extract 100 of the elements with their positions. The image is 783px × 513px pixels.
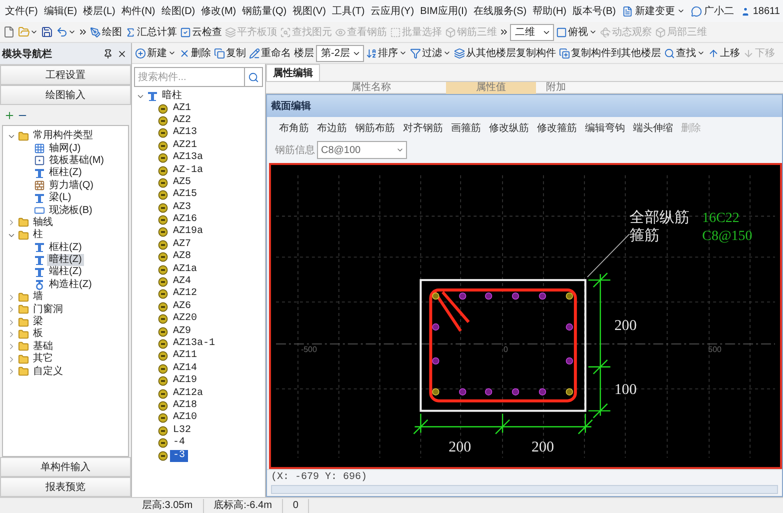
menu-item[interactable]: 文件(F) bbox=[2, 2, 41, 20]
rebar-select[interactable]: C8@100 bbox=[317, 141, 407, 159]
tree-item[interactable]: 筏板基础(M) bbox=[47, 154, 106, 167]
caret-icon[interactable] bbox=[7, 330, 16, 339]
tree-item[interactable]: AZ3 bbox=[170, 202, 194, 214]
tree-item[interactable]: AZ21 bbox=[170, 140, 200, 152]
menu-item[interactable]: 云应用(Y) bbox=[368, 2, 418, 20]
tree-item[interactable]: 墙 bbox=[31, 291, 45, 304]
toolbar-button[interactable]: 钢筋布筋 bbox=[353, 121, 397, 135]
toolbar-button[interactable]: 从其他楼层复制构件 bbox=[452, 44, 557, 62]
scrollbar[interactable] bbox=[271, 485, 778, 494]
tree-item[interactable]: 其它 bbox=[31, 353, 55, 366]
tree-item[interactable]: 现浇板(B) bbox=[47, 204, 94, 217]
toolbar-button[interactable]: 查找 bbox=[662, 44, 706, 62]
tree-item[interactable]: 构造柱(Z) bbox=[47, 278, 94, 291]
dropdown-select[interactable]: 第-2层 bbox=[316, 44, 364, 62]
caret-icon[interactable] bbox=[7, 342, 16, 352]
toolbar-button[interactable]: 对齐钢筋 bbox=[401, 121, 445, 135]
tree-item[interactable]: 门窗洞 bbox=[31, 304, 65, 316]
close-icon[interactable] bbox=[117, 48, 127, 58]
tree-item[interactable]: 基础 bbox=[31, 340, 55, 353]
menu-item[interactable]: 工具(T) bbox=[328, 2, 368, 20]
chevrons-icon[interactable] bbox=[499, 27, 509, 37]
tree-item[interactable]: 梁(L) bbox=[47, 192, 74, 204]
toolbar-button[interactable]: 复制 bbox=[213, 44, 247, 62]
toolbar-button[interactable]: 绘图 bbox=[89, 23, 123, 41]
tree-item[interactable]: AZ9 bbox=[170, 326, 194, 338]
toolbar-button[interactable]: 修改纵筋 bbox=[487, 121, 531, 135]
toolbar-button[interactable]: 重命名 bbox=[248, 44, 292, 62]
tree-item[interactable]: 剪力墙(Q) bbox=[47, 180, 96, 192]
tree-item[interactable]: AZ11 bbox=[170, 350, 200, 362]
tree-item[interactable]: 端柱(Z) bbox=[47, 266, 84, 278]
tree-item[interactable]: 柱 bbox=[31, 229, 45, 242]
caret-icon[interactable] bbox=[7, 292, 16, 302]
tree-item[interactable]: AZ13 bbox=[170, 127, 200, 140]
tree-item[interactable]: AZ1 bbox=[170, 102, 194, 115]
tree-item[interactable]: 框柱(Z) bbox=[47, 242, 84, 254]
search-field[interactable]: 搜索构件... bbox=[134, 67, 245, 87]
toolbar-button[interactable]: 新建 bbox=[134, 44, 177, 62]
tree-item[interactable]: 轴网(J) bbox=[47, 142, 83, 155]
dropdown-select[interactable]: 二维 bbox=[510, 24, 554, 40]
nav-section-button[interactable]: 工程设置 bbox=[0, 65, 131, 85]
menu-item[interactable]: 帮助(H) bbox=[530, 2, 570, 20]
tree-item[interactable]: AZ13a bbox=[170, 152, 206, 164]
toolbar-button[interactable]: 布边筋 bbox=[315, 121, 349, 135]
menu-item[interactable]: 绘图(D) bbox=[158, 2, 198, 20]
toolbar-button[interactable]: 布角筋 bbox=[277, 121, 311, 135]
toolbar-button[interactable]: 编辑弯钩 bbox=[583, 121, 627, 135]
caret-icon[interactable] bbox=[7, 367, 16, 376]
toolbar-button[interactable]: 删除 bbox=[178, 44, 212, 62]
tree-item[interactable]: 梁 bbox=[31, 316, 45, 328]
menu-item[interactable]: 楼层(L) bbox=[80, 2, 118, 20]
toolbar-button[interactable]: 画箍筋 bbox=[449, 121, 483, 135]
tree-item[interactable]: AZ20 bbox=[170, 313, 200, 326]
tree-item[interactable]: L32 bbox=[170, 424, 194, 437]
toolbar-button[interactable]: 修改箍筋 bbox=[535, 121, 579, 135]
tree-item[interactable]: AZ12 bbox=[170, 288, 200, 300]
toolbar-button[interactable]: 过滤 bbox=[408, 44, 452, 62]
menu-item[interactable]: 编辑(E) bbox=[40, 2, 80, 20]
toolbar-button[interactable]: 端头伸缩 bbox=[631, 121, 675, 135]
tree-item[interactable]: 暗柱(Z) bbox=[47, 254, 84, 266]
tree-item[interactable]: 框柱(Z) bbox=[47, 167, 84, 180]
toolbar-button[interactable]: 上移 bbox=[706, 44, 741, 62]
nav-section-button[interactable]: 绘图输入 bbox=[0, 85, 131, 105]
caret-icon[interactable] bbox=[7, 354, 16, 364]
tree-item[interactable]: 常用构件类型 bbox=[31, 130, 95, 142]
menu-item[interactable]: BIM应用(I) bbox=[417, 2, 470, 20]
toolbar-button[interactable]: 云检查 bbox=[179, 23, 223, 41]
menu-item[interactable]: 钢筋量(Q) bbox=[239, 2, 290, 20]
tree-item[interactable]: AZ-1a bbox=[170, 164, 206, 177]
search-button[interactable] bbox=[245, 67, 263, 87]
tree-item[interactable]: -3 bbox=[170, 450, 188, 462]
tree-item[interactable]: 板 bbox=[31, 328, 45, 340]
tree-item[interactable]: 暗柱 bbox=[160, 90, 184, 102]
tree-item[interactable]: AZ14 bbox=[170, 362, 200, 375]
tree-item[interactable]: 轴线 bbox=[31, 216, 55, 229]
toolbar-button[interactable]: 俯视 bbox=[555, 23, 598, 41]
nav-section-button[interactable]: 报表预览 bbox=[0, 477, 131, 497]
tree-item[interactable]: AZ7 bbox=[170, 238, 194, 251]
chevrons-icon[interactable] bbox=[78, 27, 88, 37]
tree-item[interactable]: AZ18 bbox=[170, 400, 200, 412]
menu-item[interactable]: 在线服务(S) bbox=[470, 2, 530, 20]
menu-item[interactable]: 构件(N) bbox=[118, 2, 158, 20]
toolbar-button[interactable]: 复制构件到其他楼层 bbox=[558, 44, 662, 62]
new-change-menu[interactable]: 新建变更 bbox=[618, 2, 688, 20]
account-button[interactable]: 18611 bbox=[736, 2, 783, 20]
tree-item[interactable]: AZ12a bbox=[170, 388, 206, 400]
menu-item[interactable]: 版本号(B) bbox=[570, 2, 619, 20]
tree-item[interactable]: AZ5 bbox=[170, 176, 194, 189]
tree-item[interactable]: AZ1a bbox=[170, 264, 200, 276]
menu-item[interactable]: 视图(V) bbox=[290, 2, 329, 20]
tree-item[interactable]: AZ4 bbox=[170, 276, 194, 288]
tree-item[interactable]: AZ15 bbox=[170, 189, 200, 202]
toolbar-button[interactable]: 汇总计算 bbox=[124, 23, 178, 41]
tree-item[interactable]: AZ16 bbox=[170, 214, 200, 226]
tree-item[interactable]: AZ13a-1 bbox=[170, 338, 218, 350]
tree-item[interactable]: AZ6 bbox=[170, 300, 194, 313]
pin-icon[interactable] bbox=[103, 48, 113, 58]
tab[interactable]: 属性编辑 bbox=[266, 64, 320, 81]
tree-item[interactable]: AZ8 bbox=[170, 251, 194, 264]
